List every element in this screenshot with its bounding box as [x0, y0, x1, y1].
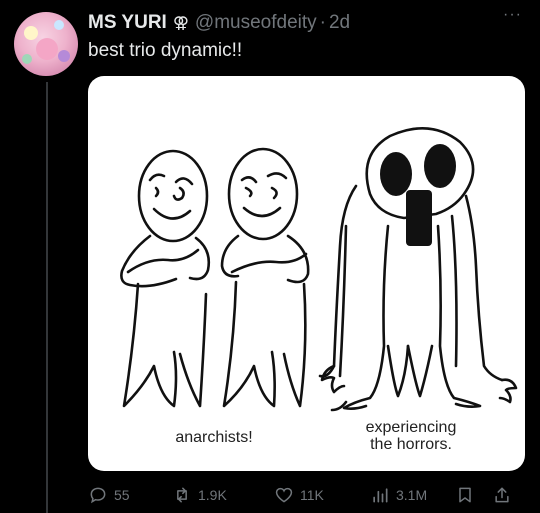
repost-button[interactable]: 1.9K	[172, 485, 227, 505]
views-count: 3.1M	[396, 487, 428, 503]
bookmark-button[interactable]	[455, 485, 475, 505]
name-symbol: ⚢	[172, 15, 189, 32]
reply-count: 55	[114, 487, 130, 503]
reply-icon	[90, 487, 106, 504]
media-image[interactable]: anarchists! experiencing the horrors.	[88, 76, 525, 471]
share-button[interactable]	[492, 485, 512, 505]
separator: ·	[319, 12, 326, 33]
action-bar: 55 1.9K 11K 3.1M	[88, 481, 526, 509]
creature-mouth	[406, 190, 432, 246]
caption-anarchists: anarchists!	[175, 429, 253, 446]
anarchist-figure-middle	[220, 147, 310, 408]
avatar-detail	[54, 20, 64, 30]
share-icon	[495, 487, 509, 503]
creature-eye-left	[380, 152, 412, 196]
like-icon	[275, 487, 293, 503]
avatar-detail	[58, 50, 70, 62]
creature-eye-right	[424, 144, 456, 188]
repost-count: 1.9K	[198, 487, 227, 503]
drawing	[120, 126, 518, 412]
timestamp[interactable]: 2d	[329, 12, 350, 34]
reply-button[interactable]: 55	[88, 485, 130, 505]
tweet-text: best trio dynamic!!	[88, 40, 243, 61]
avatar[interactable]	[14, 12, 78, 76]
like-button[interactable]: 11K	[274, 485, 324, 505]
display-name[interactable]: MS YURI	[88, 12, 167, 34]
more-icon[interactable]: ···	[503, 6, 522, 24]
caption-horrors-line1: experiencing	[365, 419, 457, 436]
tweet-header: MS YURI ⚢ @museofdeity · 2d	[88, 12, 520, 34]
anarchist-figure-left	[120, 149, 211, 408]
bookmark-icon	[459, 487, 471, 503]
handle[interactable]: @museofdeity	[195, 12, 317, 34]
views-button[interactable]: 3.1M	[370, 485, 427, 505]
thread-line	[46, 82, 48, 513]
like-count: 11K	[300, 487, 324, 503]
caption-horrors-line2: the horrors.	[370, 436, 452, 453]
avatar-detail	[36, 38, 58, 60]
repost-icon	[177, 487, 187, 503]
horror-creature-figure	[318, 126, 518, 410]
avatar-detail	[24, 26, 38, 40]
views-icon	[373, 488, 388, 503]
caption-horrors: experiencing the horrors.	[346, 419, 476, 453]
avatar-detail	[22, 54, 32, 64]
